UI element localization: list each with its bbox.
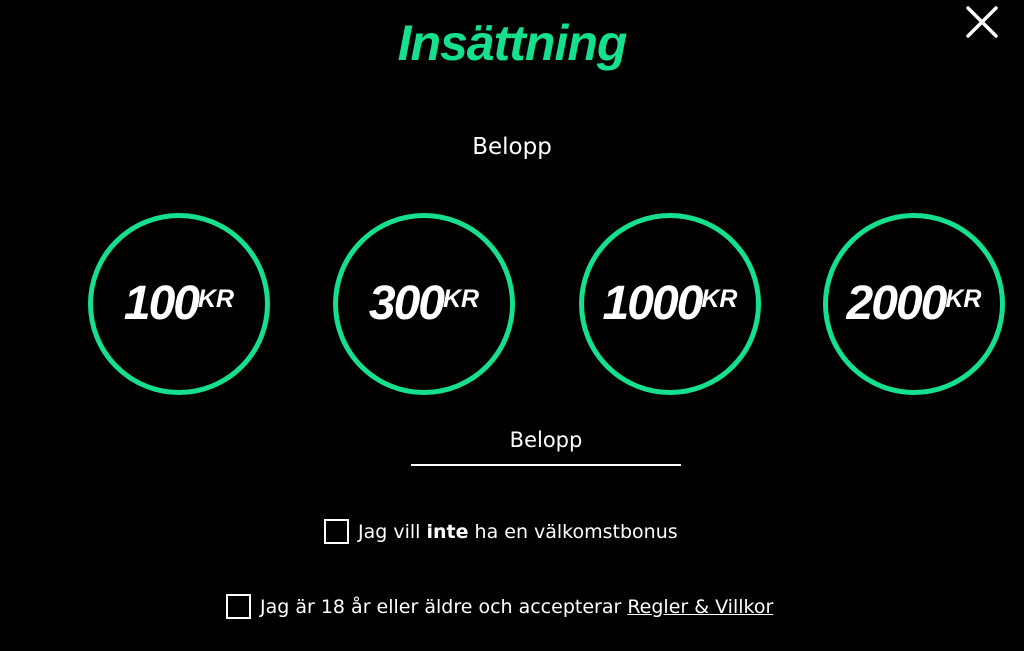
amount-value: 1000 (602, 277, 704, 330)
bonus-opt-out-label: Jag vill inte ha en välkomstbonus (358, 521, 678, 543)
amount-input-field (411, 416, 681, 466)
age-terms-label: Jag är 18 år eller äldre och accepterar (260, 595, 628, 618)
amount-option-1000[interactable]: 1000KR (579, 213, 761, 395)
close-button[interactable] (962, 2, 1002, 42)
amount-option-text: 2000KR (808, 276, 1020, 332)
amount-section-label: Belopp (472, 134, 552, 160)
amount-unit: KR (945, 285, 982, 313)
amount-unit: KR (701, 285, 738, 313)
age-terms-row: Jag är 18 år eller äldre och accepterar … (226, 594, 773, 619)
amount-option-text: 100KR (73, 276, 285, 332)
bonus-opt-out-row: Jag vill inte ha en välkomstbonus (324, 519, 678, 544)
bonus-label-start: Jag vill (358, 520, 427, 543)
amount-option-text: 300KR (318, 276, 530, 332)
amount-value: 2000 (846, 277, 948, 330)
amount-input[interactable] (411, 416, 681, 464)
page-title: Insättning (397, 15, 628, 71)
amount-option-text: 1000KR (564, 276, 776, 332)
age-terms-checkbox[interactable] (226, 594, 251, 619)
close-icon (966, 6, 998, 38)
amount-value: 100 (123, 277, 200, 330)
amount-unit: KR (442, 285, 480, 313)
amount-option-100[interactable]: 100KR (88, 213, 270, 395)
terms-link[interactable]: Regler & Villkor (627, 596, 773, 618)
bonus-label-end: ha en välkomstbonus (468, 520, 678, 543)
amount-option-2000[interactable]: 2000KR (823, 213, 1005, 395)
amount-unit: KR (197, 285, 235, 313)
amount-value: 300 (368, 277, 445, 330)
bonus-label-bold: inte (426, 520, 469, 543)
amount-option-300[interactable]: 300KR (333, 213, 515, 395)
bonus-opt-out-checkbox[interactable] (324, 519, 349, 544)
